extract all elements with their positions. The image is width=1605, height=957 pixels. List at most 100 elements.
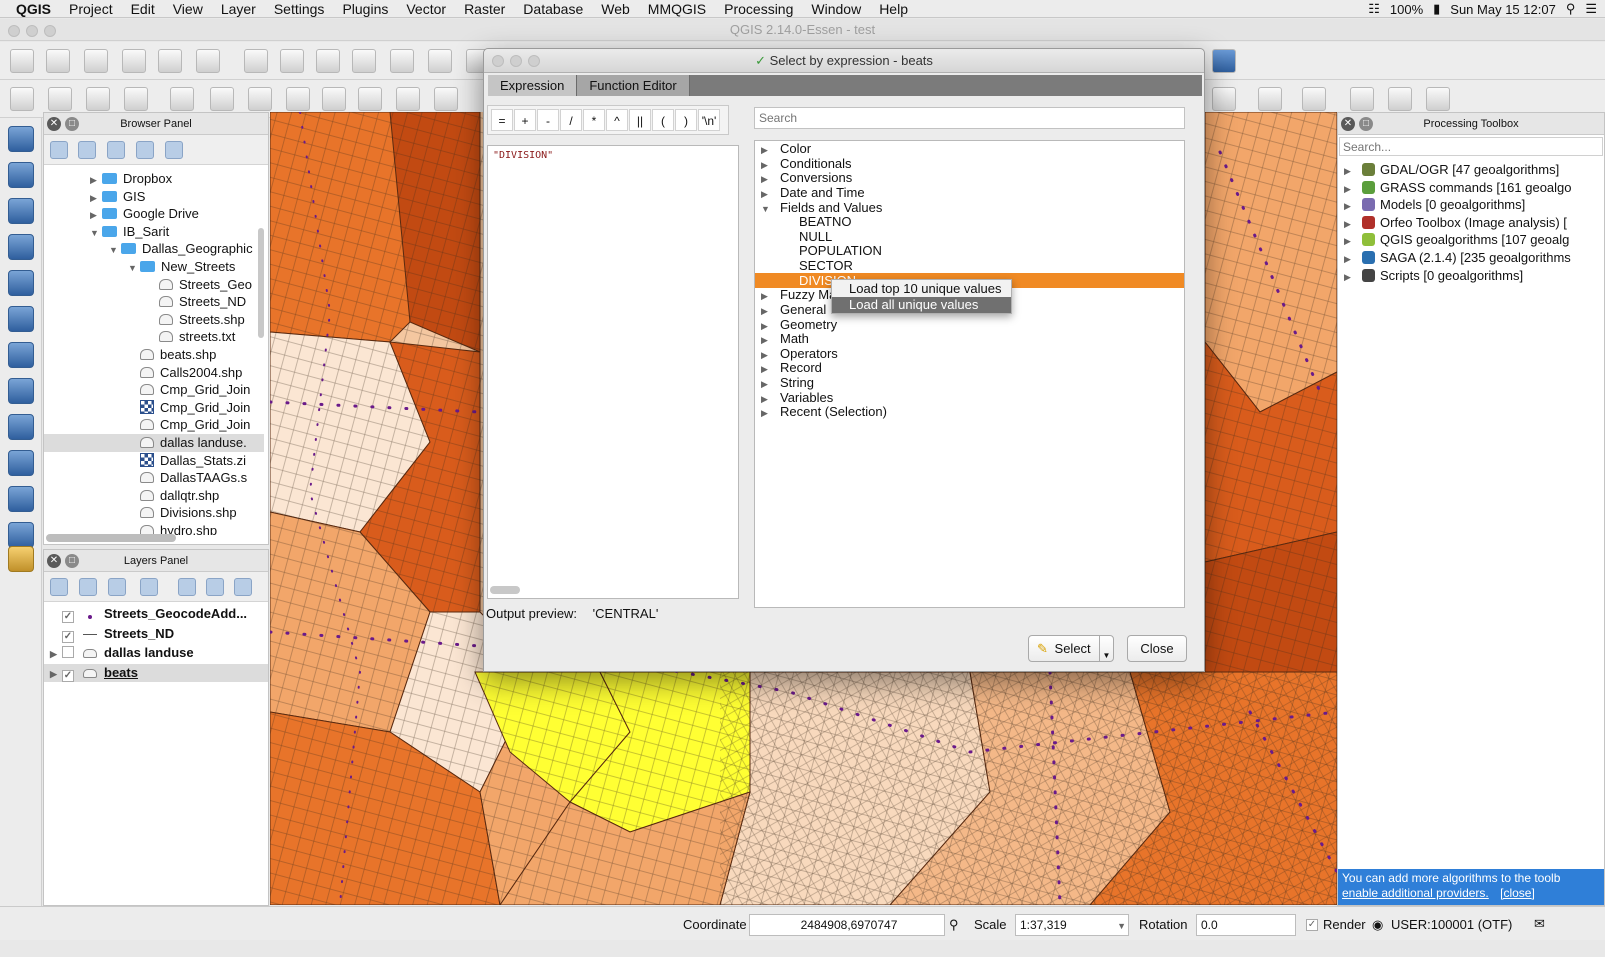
- provider-item[interactable]: ▶ Orfeo Toolbox (Image analysis) [: [1344, 214, 1567, 231]
- browser-item[interactable]: dallqtr.shp: [128, 487, 219, 505]
- collapsed-icon[interactable]: ▶: [1344, 163, 1362, 180]
- close-icon[interactable]: ✕: [47, 117, 61, 131]
- plugin-icon[interactable]: [8, 546, 34, 572]
- add-layer-icon[interactable]: [8, 162, 34, 188]
- chevron-down-icon[interactable]: ▼: [1099, 636, 1113, 661]
- collapsed-icon[interactable]: ▶: [1344, 233, 1362, 250]
- browser-item[interactable]: dallas landuse.: [44, 434, 264, 452]
- toolbar-icon[interactable]: [1302, 87, 1326, 111]
- remove-layer-icon[interactable]: [234, 578, 252, 596]
- menu-view[interactable]: View: [164, 1, 212, 17]
- toolbar-icon[interactable]: [122, 49, 146, 73]
- operator-button[interactable]: ^: [606, 109, 628, 131]
- collapsed-icon[interactable]: ▶: [1344, 198, 1362, 215]
- collapsed-icon[interactable]: ▶: [1344, 216, 1362, 233]
- browser-item[interactable]: ▶ Google Drive: [90, 205, 199, 223]
- editor-scrollbar[interactable]: [490, 586, 520, 594]
- toolbar-icon[interactable]: [158, 49, 182, 73]
- clock[interactable]: Sun May 15 12:07: [1450, 2, 1556, 17]
- field-item[interactable]: POPULATION: [755, 243, 1184, 258]
- wifi-icon[interactable]: ☷: [1368, 1, 1380, 17]
- function-group[interactable]: ▶ Conversions: [755, 170, 1184, 185]
- browser-item[interactable]: Streets.shp: [147, 311, 245, 329]
- menu-vector[interactable]: Vector: [397, 1, 455, 17]
- function-group[interactable]: ▼ Fields and Values: [755, 200, 1184, 215]
- menu-help[interactable]: Help: [870, 1, 917, 17]
- menu-plugins[interactable]: Plugins: [333, 1, 397, 17]
- add-layer-icon[interactable]: [8, 126, 34, 152]
- menu-raster[interactable]: Raster: [455, 1, 514, 17]
- browser-item[interactable]: Calls2004.shp: [128, 364, 242, 382]
- operator-button[interactable]: /: [560, 109, 582, 131]
- toolbar-icon[interactable]: [196, 49, 220, 73]
- collapsed-icon[interactable]: ▶: [1344, 269, 1362, 286]
- battery-icon[interactable]: ▮: [1433, 1, 1440, 17]
- globe-icon[interactable]: ◉: [1372, 917, 1383, 933]
- window-zoom-button[interactable]: [44, 25, 56, 37]
- rotation-field[interactable]: 0.0: [1196, 914, 1296, 936]
- window-close-button[interactable]: [8, 25, 20, 37]
- function-group[interactable]: ▶ Geometry: [755, 317, 1184, 332]
- layer-item[interactable]: ✓ Streets_GeocodeAdd...: [44, 605, 268, 623]
- browser-item[interactable]: Divisions.shp: [128, 504, 237, 522]
- menu-item-load-top-10[interactable]: Load top 10 unique values: [832, 281, 1011, 297]
- toolbar-icon[interactable]: [46, 49, 70, 73]
- collapsed-icon[interactable]: ▶: [1344, 181, 1362, 198]
- browser-item[interactable]: Cmp_Grid_Join: [128, 399, 250, 417]
- select-button[interactable]: ✎ Select ▼: [1028, 635, 1114, 662]
- add-layer-icon[interactable]: [8, 234, 34, 260]
- collapsed-icon[interactable]: ▶: [90, 206, 102, 224]
- browser-item[interactable]: beats.shp: [128, 346, 216, 364]
- function-group[interactable]: ▶ Record: [755, 360, 1184, 375]
- vertical-scrollbar[interactable]: [258, 228, 264, 338]
- add-layer-icon[interactable]: [8, 486, 34, 512]
- layer-item[interactable]: ▶ ✓ beats: [44, 664, 268, 683]
- enable-providers-link[interactable]: enable additional providers.: [1342, 886, 1489, 900]
- toolbar-icon[interactable]: [286, 87, 310, 111]
- add-layer-icon[interactable]: [8, 342, 34, 368]
- render-checkbox[interactable]: ✓: [1306, 919, 1318, 931]
- function-group[interactable]: ▶ Conditionals: [755, 156, 1184, 171]
- tab-expression[interactable]: Expression: [488, 75, 578, 96]
- messages-icon[interactable]: ✉: [1534, 916, 1545, 932]
- function-group[interactable]: ▶ Recent (Selection): [755, 404, 1184, 419]
- collapsed-icon[interactable]: ▶: [90, 171, 102, 189]
- notification-icon[interactable]: ☰: [1585, 1, 1597, 17]
- visibility-icon[interactable]: [79, 578, 97, 596]
- toolbar-icon[interactable]: [248, 87, 272, 111]
- toolbar-icon[interactable]: [428, 49, 452, 73]
- toolbar-icon[interactable]: [280, 49, 304, 73]
- coordinate-field[interactable]: 2484908,6970747: [749, 914, 945, 936]
- operator-button[interactable]: '\n': [698, 109, 720, 131]
- add-selected-icon[interactable]: [50, 141, 68, 159]
- close-button[interactable]: Close: [1127, 635, 1187, 662]
- expand-all-icon[interactable]: [178, 578, 196, 596]
- tip-close-link[interactable]: [close]: [1500, 886, 1535, 900]
- add-layer-icon[interactable]: [8, 378, 34, 404]
- add-layer-icon[interactable]: [8, 414, 34, 440]
- operator-button[interactable]: ): [675, 109, 697, 131]
- toolbar-icon[interactable]: [1258, 87, 1282, 111]
- tab-function-editor[interactable]: Function Editor: [577, 75, 690, 96]
- browser-item[interactable]: ▼ Dallas_Geographic: [109, 240, 253, 258]
- operator-button[interactable]: =: [491, 109, 513, 131]
- collapsed-icon[interactable]: ▶: [761, 406, 780, 421]
- function-group[interactable]: ▶ Math: [755, 331, 1184, 346]
- toolbar-icon[interactable]: [10, 87, 34, 111]
- browser-item[interactable]: DallasTAAGs.s: [128, 469, 247, 487]
- toolbar-icon[interactable]: [170, 87, 194, 111]
- refresh-icon[interactable]: [78, 141, 96, 159]
- function-group[interactable]: ▶ Variables: [755, 390, 1184, 405]
- add-layer-icon[interactable]: [8, 198, 34, 224]
- function-group[interactable]: ▶ Date and Time: [755, 185, 1184, 200]
- layer-item[interactable]: ✓ Streets_ND: [44, 625, 268, 643]
- menu-project[interactable]: Project: [60, 1, 122, 17]
- float-icon[interactable]: □: [65, 554, 79, 568]
- layer-visibility-checkbox[interactable]: [62, 646, 74, 659]
- browser-item[interactable]: Streets_Geo: [147, 276, 252, 294]
- toolbar-icon[interactable]: [1212, 87, 1236, 111]
- menu-edit[interactable]: Edit: [122, 1, 164, 17]
- toolbar-icon[interactable]: [1426, 87, 1450, 111]
- menu-item-load-all[interactable]: Load all unique values: [832, 297, 1011, 313]
- collapse-all-icon[interactable]: [206, 578, 224, 596]
